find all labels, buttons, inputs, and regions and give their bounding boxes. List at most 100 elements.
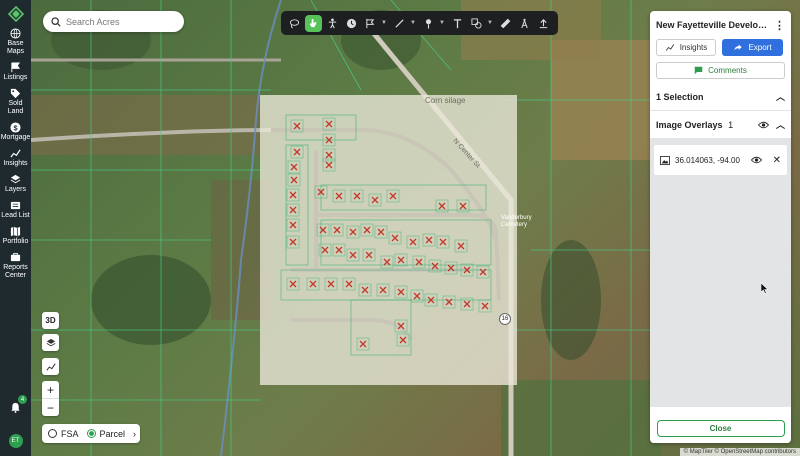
clock-icon bbox=[346, 18, 357, 28]
rail-item-insights[interactable]: Insights bbox=[0, 148, 31, 168]
person-tool-button[interactable] bbox=[324, 15, 341, 32]
selection-label: 1 Selection bbox=[656, 91, 704, 102]
parcel-marker-icon bbox=[290, 119, 304, 133]
history-tool-button[interactable] bbox=[343, 15, 360, 32]
3d-toggle-button[interactable]: 3D bbox=[42, 312, 59, 329]
overlays-label: Image Overlays bbox=[656, 119, 723, 130]
upload-tool-button[interactable] bbox=[535, 15, 552, 32]
chart-icon bbox=[45, 362, 56, 371]
chevron-down-icon[interactable]: ▼ bbox=[381, 20, 387, 26]
parcel-marker-icon bbox=[422, 233, 436, 247]
parcel-marker-icon bbox=[342, 277, 356, 291]
list-item[interactable]: 36.014063, -94.00 ✕ bbox=[654, 145, 787, 175]
compass-tool-button[interactable] bbox=[516, 15, 533, 32]
zoom-control: + − bbox=[42, 381, 59, 416]
rail-item-label: Base Maps bbox=[6, 40, 25, 55]
comments-button[interactable]: Comments bbox=[656, 62, 785, 79]
search-bar[interactable] bbox=[43, 11, 184, 32]
chevron-down-icon[interactable]: ▼ bbox=[487, 20, 493, 26]
parcel-marker-icon bbox=[388, 231, 402, 245]
parcel-marker-icon bbox=[396, 333, 410, 347]
rail-item-label: Portfolio bbox=[2, 238, 29, 245]
left-rail: Base Maps Listings Sold Land $ Mortgage … bbox=[0, 0, 31, 456]
eye-icon[interactable] bbox=[757, 121, 769, 129]
close-button[interactable]: Close bbox=[656, 419, 785, 437]
rail-item-mortgage[interactable]: $ Mortgage bbox=[0, 122, 31, 142]
close-icon[interactable]: ✕ bbox=[773, 155, 781, 166]
chevron-up-icon[interactable]: ︿ bbox=[776, 90, 785, 103]
parcel-marker-icon bbox=[350, 189, 364, 203]
fsa-radio[interactable]: FSA bbox=[48, 429, 79, 439]
avatar[interactable]: ET bbox=[8, 434, 23, 448]
text-tool-button[interactable] bbox=[449, 15, 466, 32]
more-options-icon[interactable]: ⋮ bbox=[774, 19, 785, 32]
notification-count-badge: 4 bbox=[18, 395, 27, 404]
parcel-marker-icon bbox=[286, 203, 300, 217]
selection-section[interactable]: 1 Selection ︿ bbox=[650, 83, 791, 111]
map-attribution[interactable]: © MapTiler © OpenStreetMap contributors bbox=[679, 448, 800, 456]
rail-item-label: Mortgage bbox=[0, 134, 31, 141]
line-icon bbox=[395, 18, 404, 28]
parcel-marker-icon bbox=[454, 239, 468, 253]
hand-pointer-icon bbox=[309, 18, 317, 27]
rail-item-base-maps[interactable]: Base Maps bbox=[0, 28, 31, 56]
search-input[interactable] bbox=[66, 16, 176, 27]
map-icon bbox=[10, 226, 21, 237]
select-parcel-tool-button[interactable] bbox=[305, 14, 322, 32]
briefcase-icon bbox=[10, 252, 21, 262]
layers-icon bbox=[10, 174, 21, 184]
parcel-marker-icon bbox=[460, 263, 474, 277]
parcel-marker-icon bbox=[476, 265, 490, 279]
rail-item-layers[interactable]: Layers bbox=[0, 174, 31, 194]
rail-item-portfolio[interactable]: Portfolio bbox=[0, 226, 31, 246]
pin-tool-button[interactable] bbox=[420, 15, 437, 32]
logo-icon[interactable] bbox=[7, 6, 24, 22]
parcel-marker-icon bbox=[358, 283, 372, 297]
layers-control-button[interactable] bbox=[42, 334, 59, 351]
parcel-radio-indicator bbox=[86, 429, 96, 438]
export-button[interactable]: Export bbox=[722, 39, 783, 56]
rail-item-reports-center[interactable]: Reports Center bbox=[0, 252, 31, 280]
overlays-count: 1 bbox=[728, 119, 734, 130]
chevron-down-icon[interactable]: ▼ bbox=[439, 20, 445, 26]
bell-icon bbox=[11, 402, 20, 413]
insights-control-button[interactable] bbox=[42, 358, 59, 375]
chevron-right-icon[interactable]: › bbox=[133, 429, 136, 439]
line-tool-button[interactable] bbox=[391, 15, 408, 32]
rail-item-lead-list[interactable]: Lead List bbox=[0, 200, 31, 220]
eye-icon[interactable] bbox=[750, 156, 762, 164]
insights-button[interactable]: Insights bbox=[656, 39, 716, 56]
person-icon bbox=[328, 17, 337, 28]
measure-tool-button[interactable] bbox=[497, 15, 514, 32]
route-badge: 16 bbox=[499, 313, 511, 325]
chevron-up-icon[interactable]: ︿ bbox=[776, 118, 785, 131]
parcel-marker-icon bbox=[332, 189, 346, 203]
lasso-icon bbox=[289, 18, 300, 28]
pin-icon bbox=[425, 18, 432, 29]
overlay-list: 36.014063, -94.00 ✕ bbox=[650, 139, 791, 407]
parcel-marker-icon bbox=[314, 185, 328, 199]
parcel-radio[interactable]: Parcel bbox=[86, 429, 125, 439]
flag-tool-button[interactable] bbox=[362, 15, 379, 32]
parcel-marker-icon bbox=[330, 223, 344, 237]
zoom-out-button[interactable]: − bbox=[42, 399, 59, 416]
lasso-tool-button[interactable] bbox=[286, 15, 303, 32]
parcel-marker-icon bbox=[442, 295, 456, 309]
parcel-marker-icon bbox=[368, 193, 382, 207]
shapes-icon bbox=[471, 17, 482, 29]
map-label-corn: Corn silage bbox=[425, 96, 466, 105]
panel-actions: Insights Export bbox=[650, 39, 791, 56]
shape-tool-button[interactable] bbox=[468, 15, 485, 32]
parcel-marker-icon bbox=[306, 277, 320, 291]
layer-toggle: FSA Parcel › bbox=[42, 424, 140, 443]
parcel-marker-icon bbox=[456, 199, 470, 213]
chevron-down-icon[interactable]: ▼ bbox=[410, 20, 416, 26]
rail-item-listings[interactable]: Listings bbox=[0, 62, 31, 82]
zoom-in-button[interactable]: + bbox=[42, 381, 59, 399]
image-overlays-section[interactable]: Image Overlays 1 ︿ bbox=[650, 111, 791, 139]
parcel-marker-icon bbox=[478, 299, 492, 313]
rail-item-sold-land[interactable]: Sold Land bbox=[0, 88, 31, 116]
notifications-button[interactable]: 4 bbox=[10, 395, 27, 418]
fsa-radio-indicator bbox=[48, 429, 57, 438]
parcel-marker-icon bbox=[287, 173, 301, 187]
